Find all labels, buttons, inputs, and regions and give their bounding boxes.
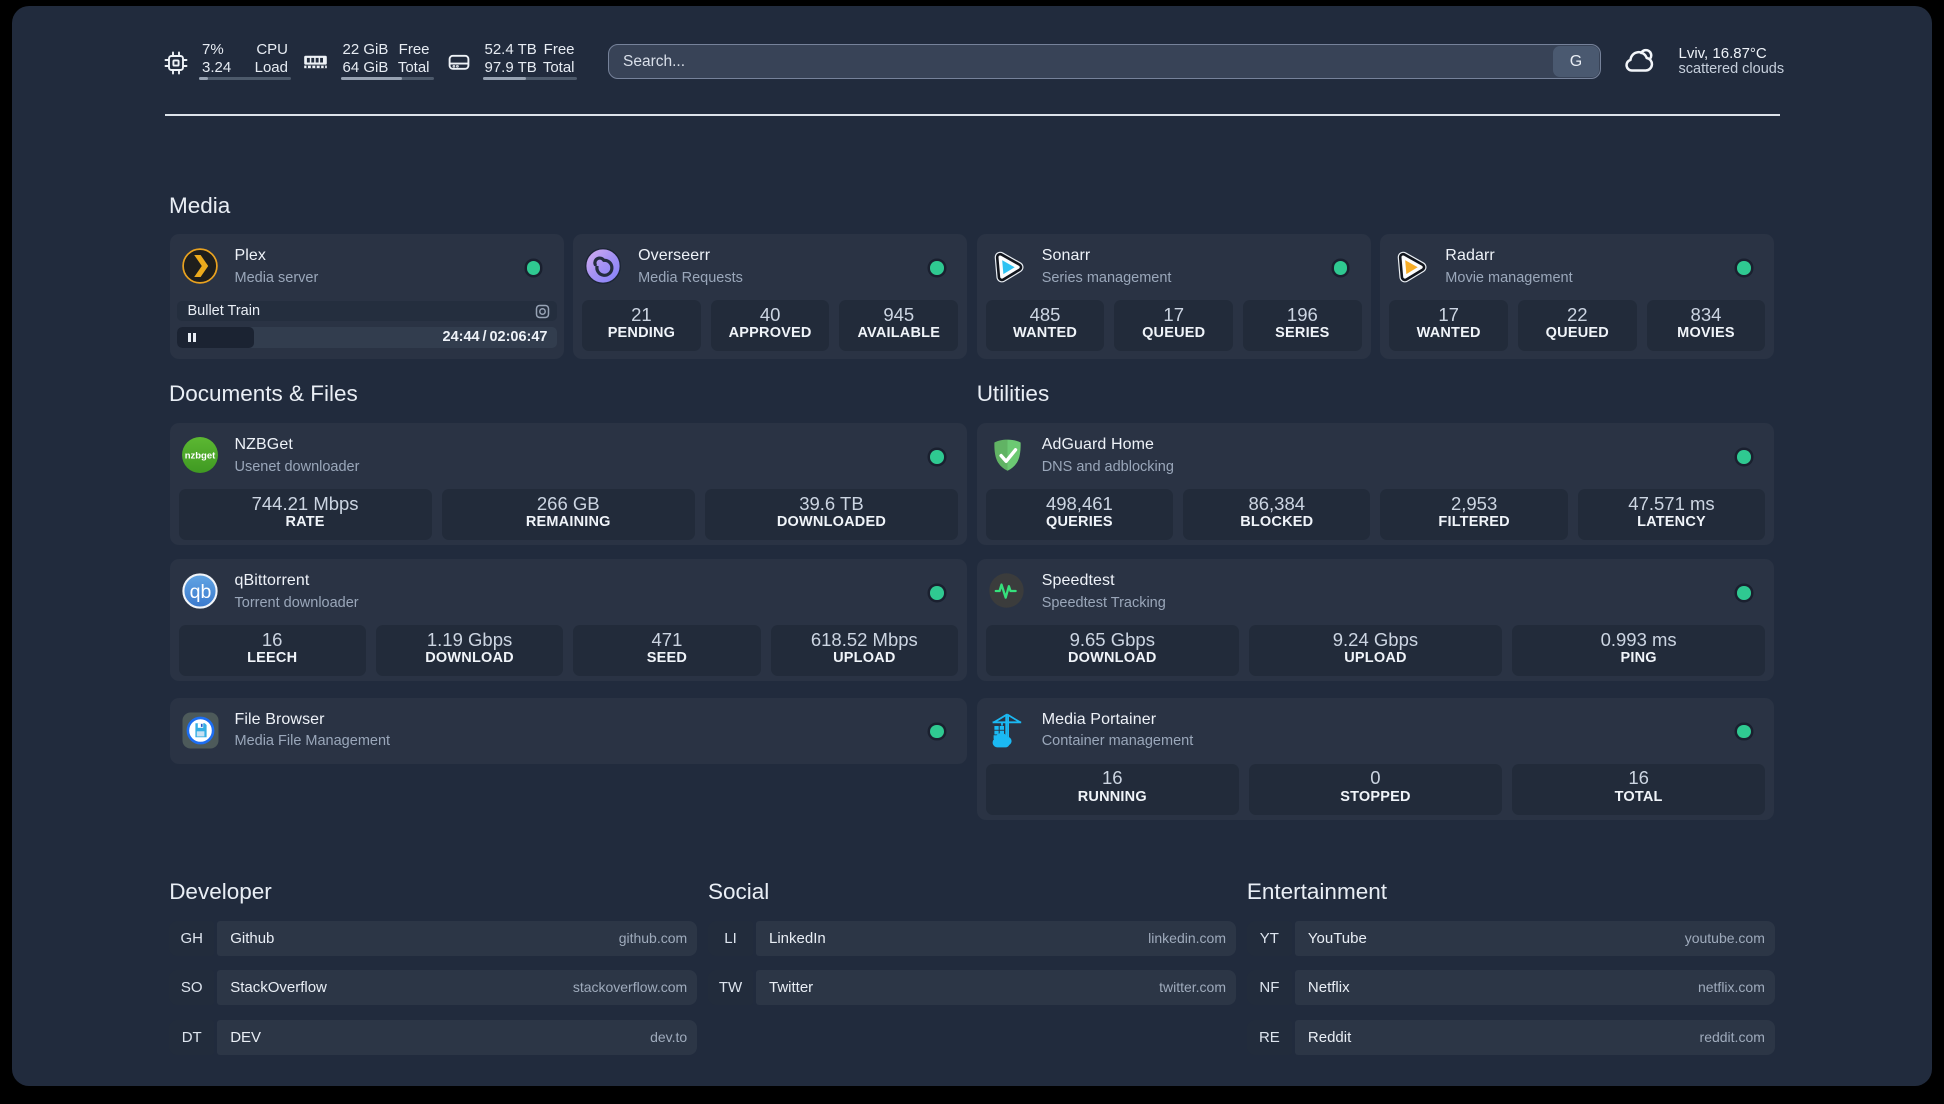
svg-text:qb: qb [189,581,211,603]
svg-text:nzbget: nzbget [184,451,215,462]
